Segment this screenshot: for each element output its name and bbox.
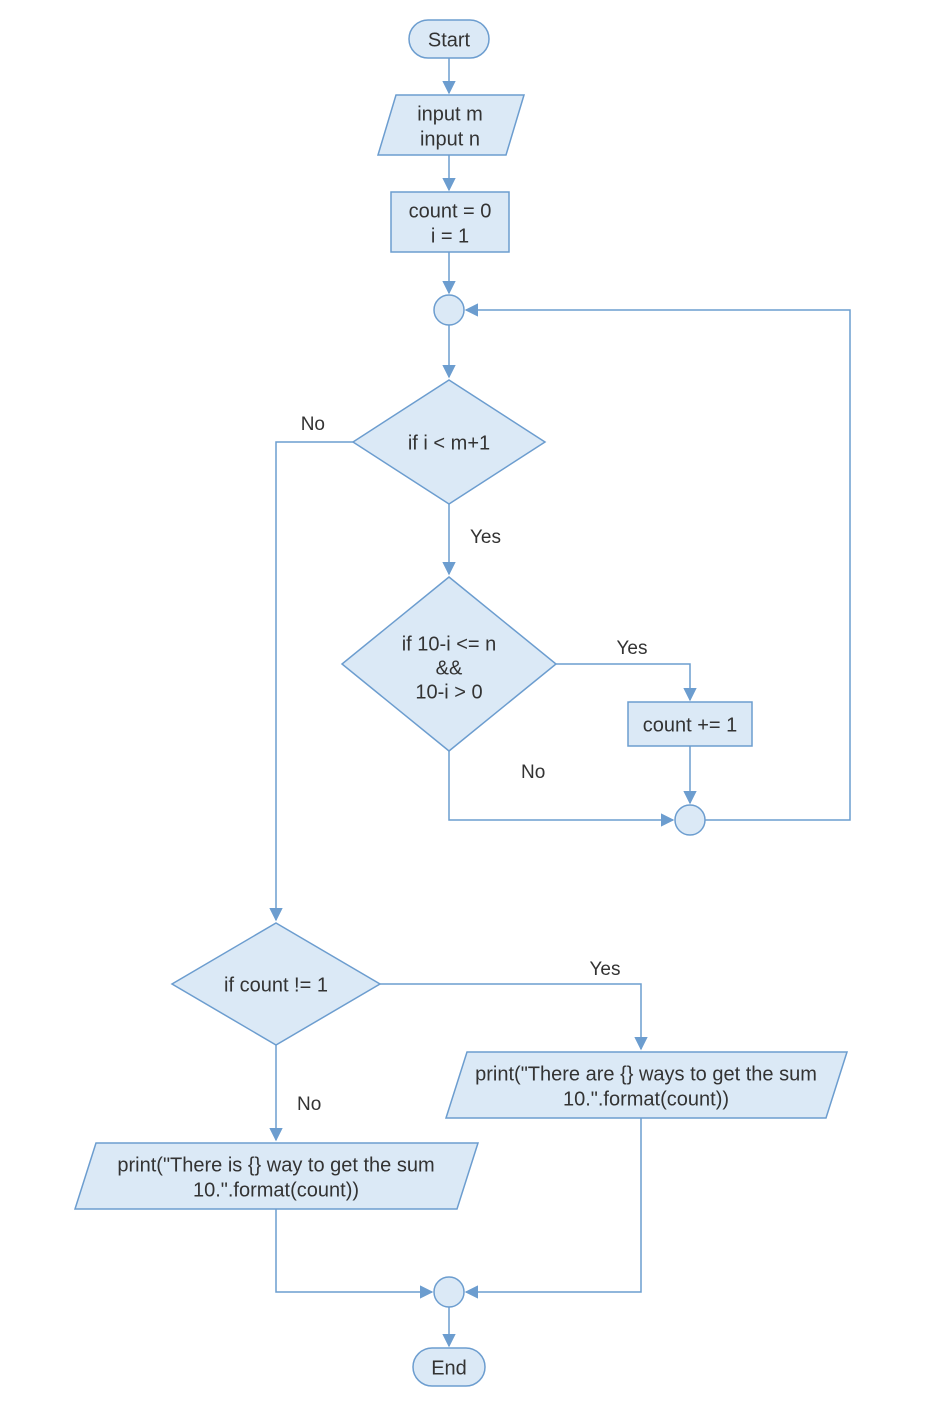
loopcond-yes-label: Yes bbox=[470, 527, 501, 548]
edge-printsingular-merge3 bbox=[276, 1209, 432, 1292]
end-node: End bbox=[413, 1348, 485, 1386]
merge1-node bbox=[434, 295, 464, 325]
increment-node: count += 1 bbox=[628, 702, 752, 746]
merge3-node bbox=[434, 1277, 464, 1307]
increment-label: count += 1 bbox=[643, 714, 738, 736]
print-plural-line2: 10.".format(count)) bbox=[563, 1088, 729, 1110]
flowchart-canvas: Start input m input n count = 0 i = 1 if… bbox=[0, 0, 926, 1422]
print-singular-line2: 10.".format(count)) bbox=[193, 1179, 359, 1201]
merge2-node bbox=[675, 805, 705, 835]
inner-cond-node: if 10-i <= n && 10-i > 0 bbox=[342, 577, 556, 751]
inner-cond-line1: if 10-i <= n bbox=[402, 633, 497, 655]
print-plural-line1: print("There are {} ways to get the sum bbox=[475, 1063, 817, 1085]
print-plural-node: print("There are {} ways to get the sum … bbox=[446, 1052, 847, 1118]
edge-finalcond-yes bbox=[380, 984, 641, 1049]
finalcond-yes-label: Yes bbox=[590, 959, 621, 980]
edge-printplural-merge3 bbox=[466, 1118, 641, 1292]
input-node: input m input n bbox=[378, 95, 524, 155]
init-node: count = 0 i = 1 bbox=[391, 192, 509, 252]
inner-cond-line3: 10-i > 0 bbox=[415, 681, 482, 703]
inner-cond-line2: && bbox=[436, 657, 463, 679]
loopcond-no-label: No bbox=[301, 414, 325, 435]
edge-innercond-yes bbox=[556, 664, 690, 700]
start-label: Start bbox=[428, 29, 471, 51]
final-cond-label: if count != 1 bbox=[224, 974, 328, 996]
print-singular-line1: print("There is {} way to get the sum bbox=[117, 1154, 434, 1176]
final-cond-node: if count != 1 bbox=[172, 923, 380, 1045]
input-line1: input m bbox=[417, 103, 483, 125]
loop-cond-node: if i < m+1 bbox=[353, 380, 545, 504]
innercond-yes-label: Yes bbox=[617, 638, 648, 659]
init-line2: i = 1 bbox=[431, 225, 469, 247]
edge-loopcond-no bbox=[276, 442, 353, 920]
end-label: End bbox=[431, 1357, 467, 1379]
init-line1: count = 0 bbox=[409, 200, 492, 222]
finalcond-no-label: No bbox=[297, 1094, 321, 1115]
start-node: Start bbox=[409, 20, 489, 58]
edge-innercond-no bbox=[449, 751, 673, 820]
loop-cond-label: if i < m+1 bbox=[408, 432, 490, 454]
input-line2: input n bbox=[420, 128, 480, 150]
print-singular-node: print("There is {} way to get the sum 10… bbox=[75, 1143, 478, 1209]
innercond-no-label: No bbox=[521, 762, 545, 783]
